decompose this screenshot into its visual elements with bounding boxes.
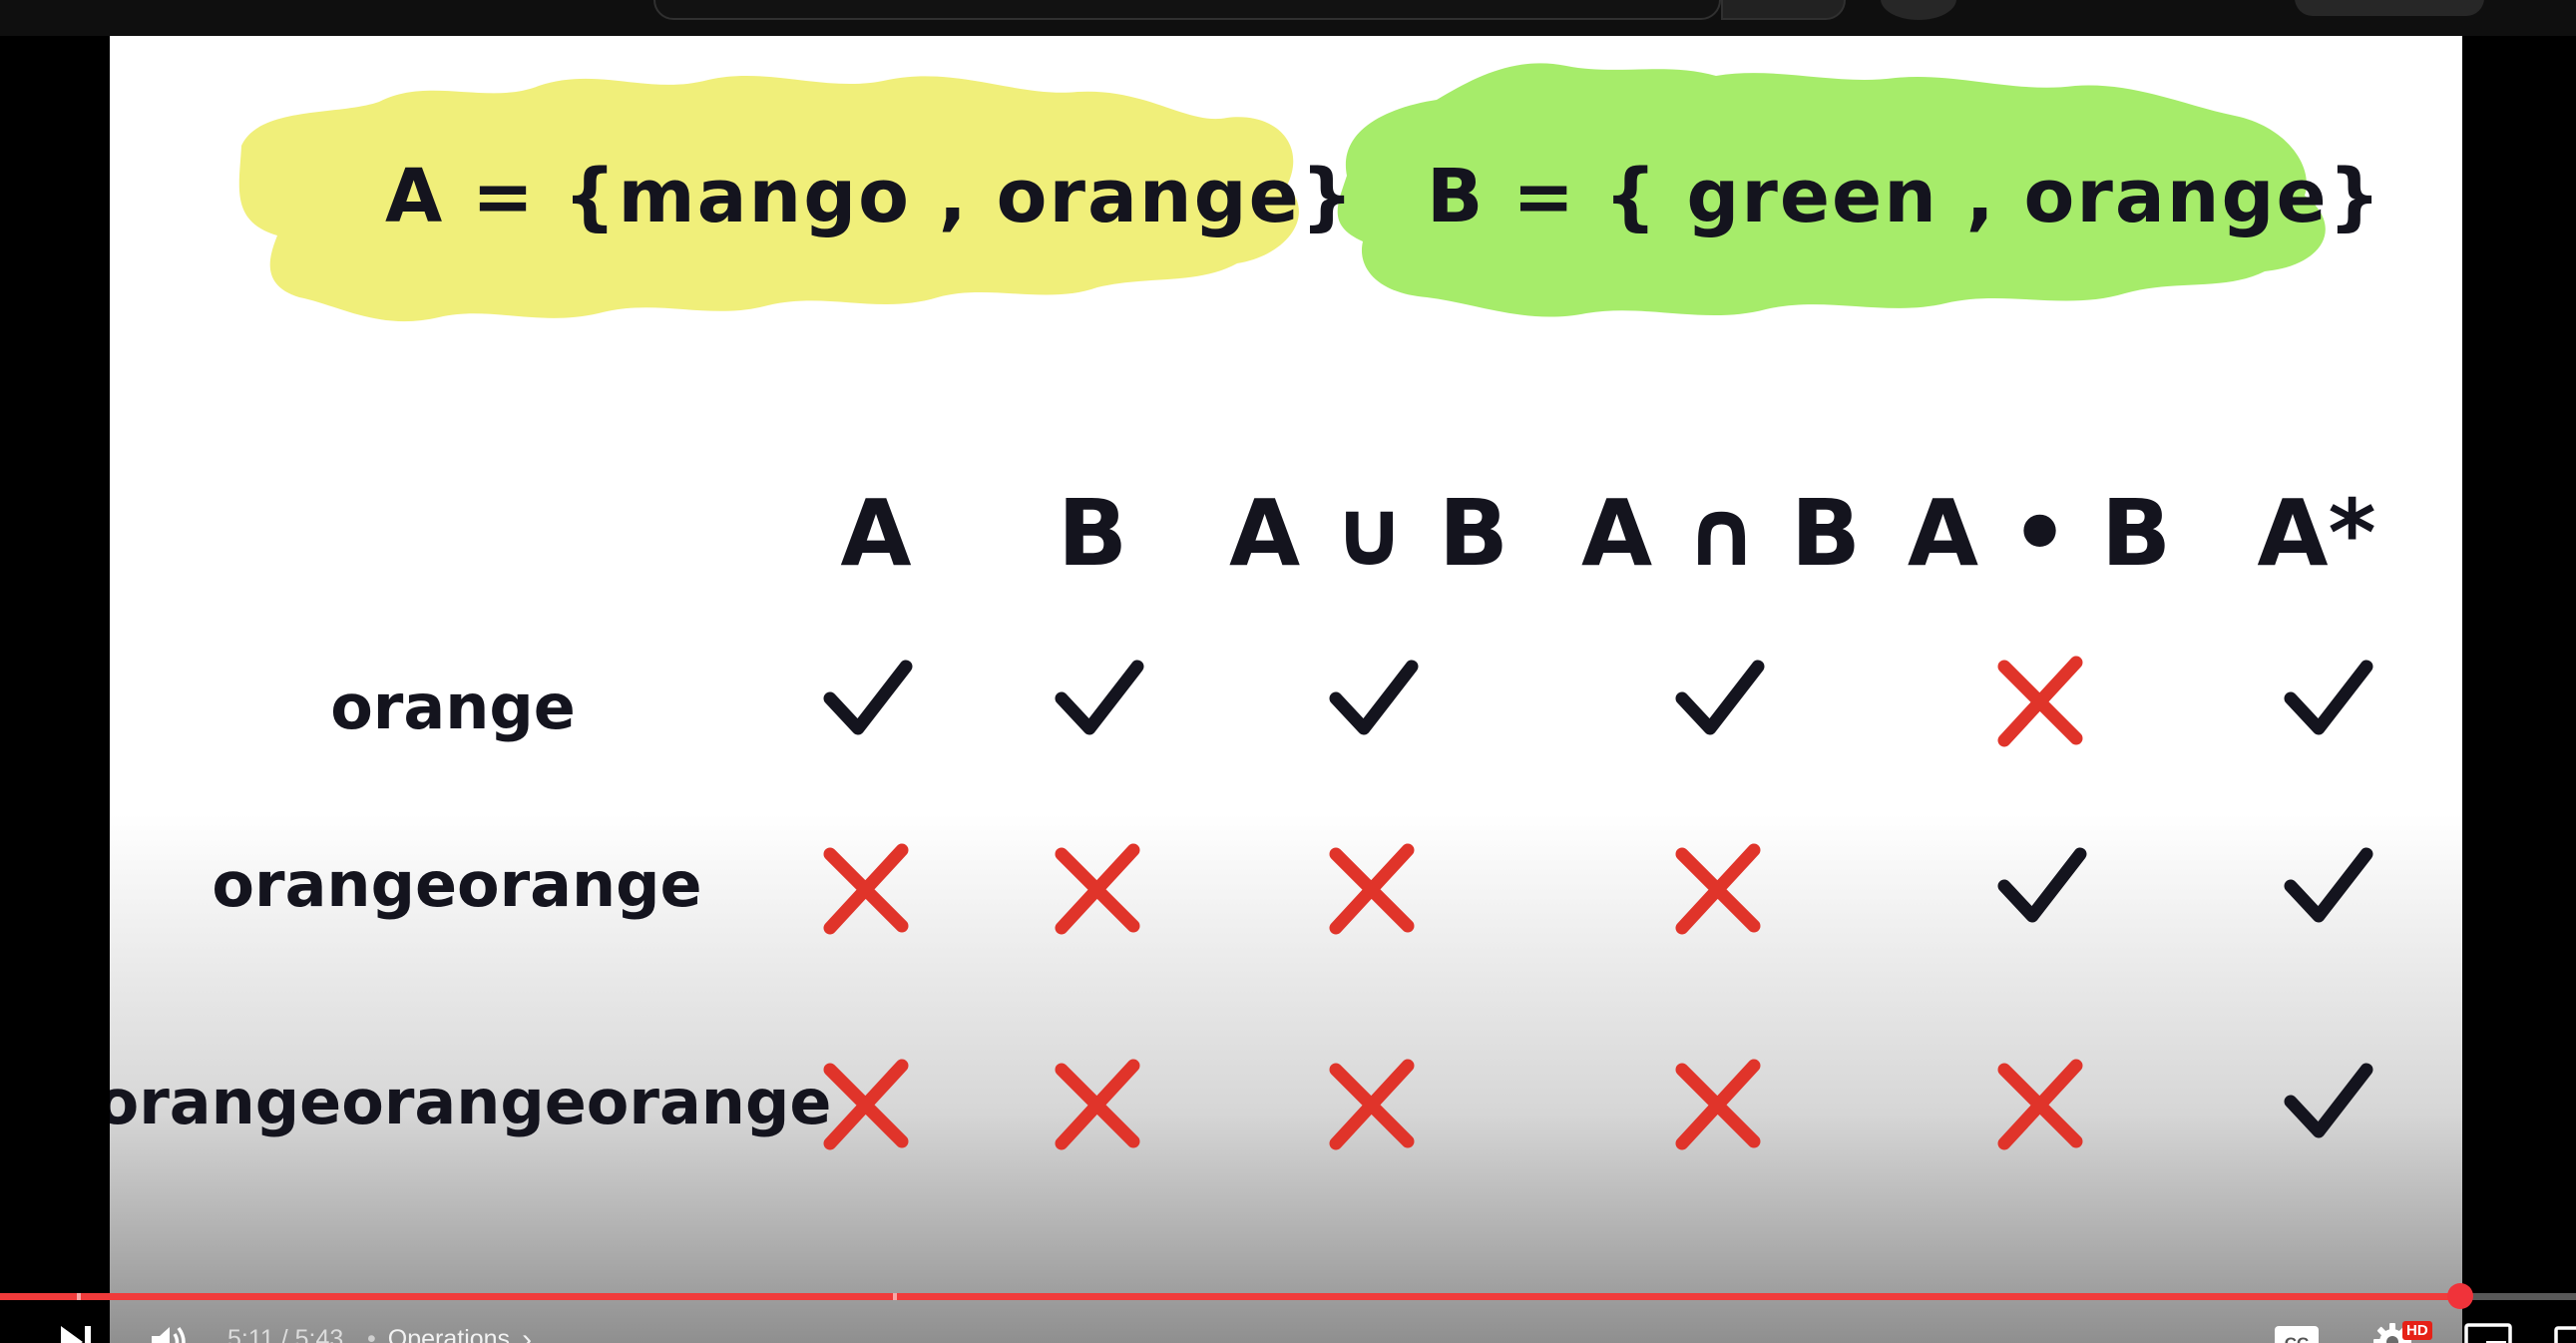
search-button[interactable] (1721, 0, 1846, 20)
video-player[interactable]: A = {mango , orange} B = { green , orang… (0, 36, 2576, 1343)
voice-search-button[interactable] (1881, 0, 1956, 20)
column-header: A ∪ B (1229, 480, 1508, 587)
time-display: 5:11 / 5:43 (227, 1325, 344, 1343)
row-label: orange (330, 671, 576, 743)
theater-icon (2554, 1326, 2576, 1343)
search-input[interactable] (653, 0, 1721, 20)
cross-mark (823, 843, 909, 935)
next-button[interactable] (48, 1317, 104, 1343)
cross-mark (1997, 1059, 2083, 1150)
miniplayer-icon (2464, 1323, 2512, 1343)
marks-grid (823, 656, 2373, 1150)
chapter-title: Operations (387, 1325, 511, 1343)
miniplayer-button[interactable] (2460, 1317, 2516, 1343)
svg-text:CC: CC (2285, 1334, 2310, 1343)
check-mark (1055, 660, 1144, 735)
column-header: A* (2257, 480, 2375, 587)
separator-dot: • (367, 1325, 376, 1343)
chapter-marker (893, 1293, 897, 1300)
theater-button[interactable] (2554, 1317, 2576, 1343)
check-mark (2284, 660, 2373, 735)
captions-button[interactable]: CC (2269, 1317, 2325, 1343)
cross-mark (1055, 843, 1140, 935)
mute-button[interactable] (140, 1317, 200, 1343)
next-icon (61, 1326, 91, 1343)
player-controls: 5:11 / 5:43 • Operations › CC HD (0, 1273, 2576, 1343)
column-header: A (840, 480, 911, 587)
browser-top-strip (0, 0, 2576, 36)
set-b-definition: B = { green , orange} (1427, 154, 2382, 239)
chevron-right-icon: › (522, 1323, 533, 1343)
chapter-marker (77, 1293, 81, 1300)
check-mark (1997, 847, 2087, 923)
progress-scrubber[interactable] (2447, 1283, 2473, 1309)
column-header: B (1058, 480, 1127, 587)
progress-played (0, 1293, 2460, 1300)
check-mark (1329, 660, 1419, 735)
check-mark (2284, 847, 2373, 923)
cross-mark (823, 1059, 909, 1150)
row-labels: orange orangeorange orangeorangeorange (110, 671, 831, 1138)
slide-canvas: A = {mango , orange} B = { green , orang… (110, 63, 2382, 1150)
set-a-definition: A = {mango , orange} (385, 154, 1355, 239)
check-mark (823, 660, 913, 735)
volume-icon (152, 1326, 186, 1343)
column-header: A ∩ B (1581, 480, 1861, 587)
row-label: orangeorangeorange (110, 1066, 831, 1138)
cross-mark (1329, 843, 1415, 935)
cross-mark (1675, 1059, 1761, 1150)
cross-mark (1997, 656, 2083, 747)
check-mark (2284, 1063, 2373, 1138)
column-headers: A B A ∪ B A ∩ B A • B A* (840, 480, 2375, 587)
cross-mark (1055, 1059, 1140, 1150)
check-mark (1675, 660, 1765, 735)
account-button[interactable] (2295, 0, 2484, 16)
hd-badge: HD (2402, 1321, 2432, 1340)
captions-icon: CC (2275, 1326, 2319, 1343)
cross-mark (1329, 1059, 1415, 1150)
cross-mark (1675, 843, 1761, 935)
column-header: A • B (1908, 480, 2171, 587)
row-label: orangeorange (212, 848, 701, 921)
video-frame: A = {mango , orange} B = { green , orang… (110, 36, 2462, 1343)
chapter-button[interactable]: • Operations › (367, 1325, 532, 1343)
